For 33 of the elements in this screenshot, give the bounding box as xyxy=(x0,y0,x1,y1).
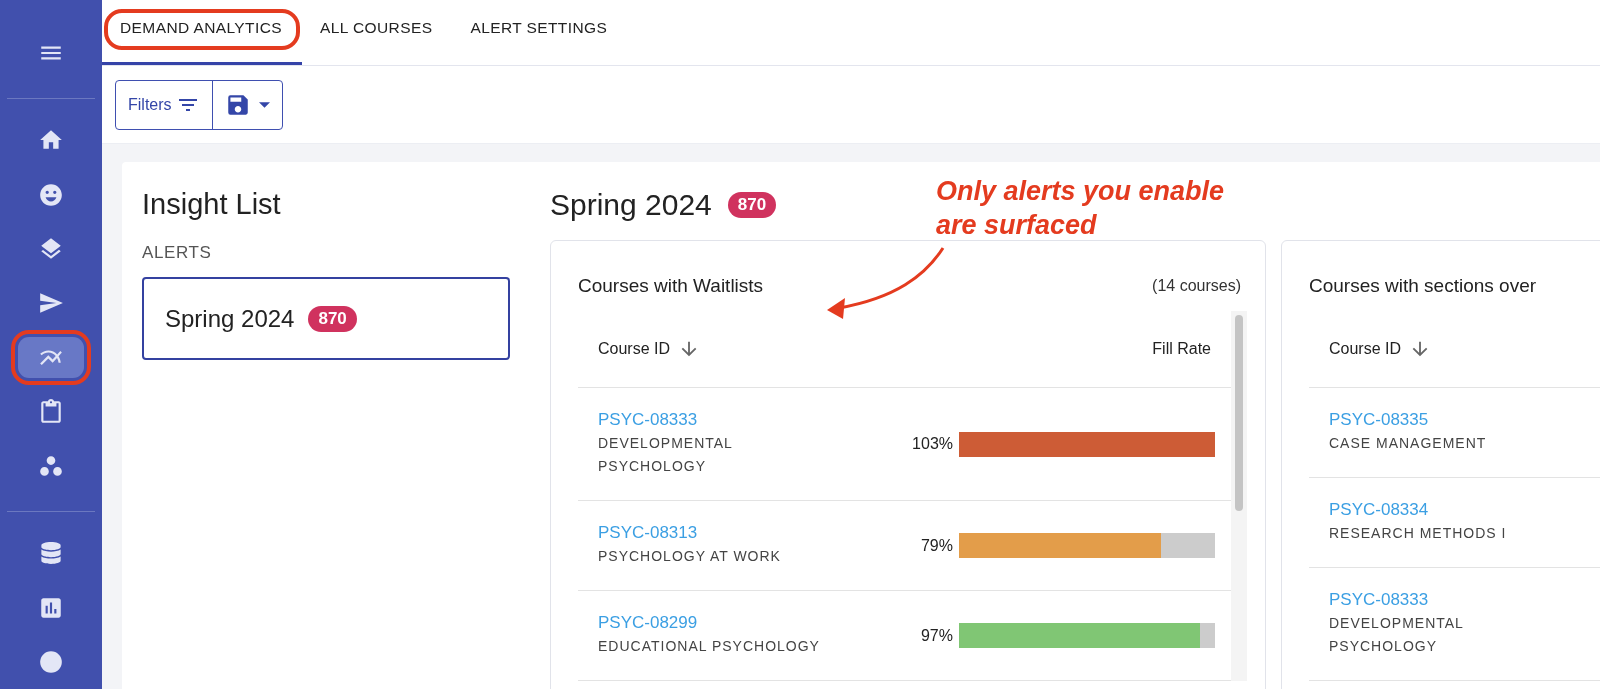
face-icon xyxy=(38,181,64,208)
course-name: PSYCHOLOGY AT WORK xyxy=(598,547,782,566)
alert-label: Spring 2024 xyxy=(165,304,295,333)
course-name: RESEARCH METHODS I xyxy=(1329,524,1508,543)
caret-icon xyxy=(258,101,270,108)
count-badge: 870 xyxy=(308,305,357,332)
course-name: EDUCATIONAL PSYCHOLOGY xyxy=(598,637,821,656)
fill-rate-value: 79% xyxy=(919,536,953,555)
tab[interactable]: ALL COURSES xyxy=(302,0,453,65)
database-icon xyxy=(40,542,62,565)
fill-rate-value: 103% xyxy=(911,435,953,453)
column-header[interactable]: Course ID xyxy=(598,340,671,358)
sidebar-item[interactable] xyxy=(11,330,91,385)
callout-text: Only alerts you enable are surfaced xyxy=(936,175,1226,242)
column-header[interactable]: Course ID xyxy=(1329,340,1402,358)
section-label: ALERTS xyxy=(142,243,213,263)
course-count: (14 courses) xyxy=(1152,277,1241,295)
card-title: Courses with sections over xyxy=(1309,275,1537,297)
season-title: Spring 2024 xyxy=(550,188,712,222)
card-title: Courses with Waitlists xyxy=(578,275,764,297)
count-badge: 870 xyxy=(727,192,777,218)
scrollbar[interactable] xyxy=(1231,311,1247,681)
clipboard-icon xyxy=(38,398,64,425)
tab[interactable]: DEMAND ANALYTICS xyxy=(102,0,302,65)
panel-title: Insight List xyxy=(142,188,282,221)
course-name: DEVELOPMENTAL PSYCHOLOGY xyxy=(1329,614,1465,656)
course-name: CASE MANAGEMENT xyxy=(1329,434,1488,453)
alert-item[interactable]: Spring 2024 870 xyxy=(142,277,510,360)
course-name: DEVELOPMENTAL PSYCHOLOGY xyxy=(598,434,734,476)
fill-rate-value: 97% xyxy=(919,626,953,645)
column-header[interactable]: Fill Rate xyxy=(1152,340,1211,358)
circle-icon xyxy=(38,648,64,675)
tab[interactable]: ALERT SETTINGS xyxy=(452,0,628,65)
